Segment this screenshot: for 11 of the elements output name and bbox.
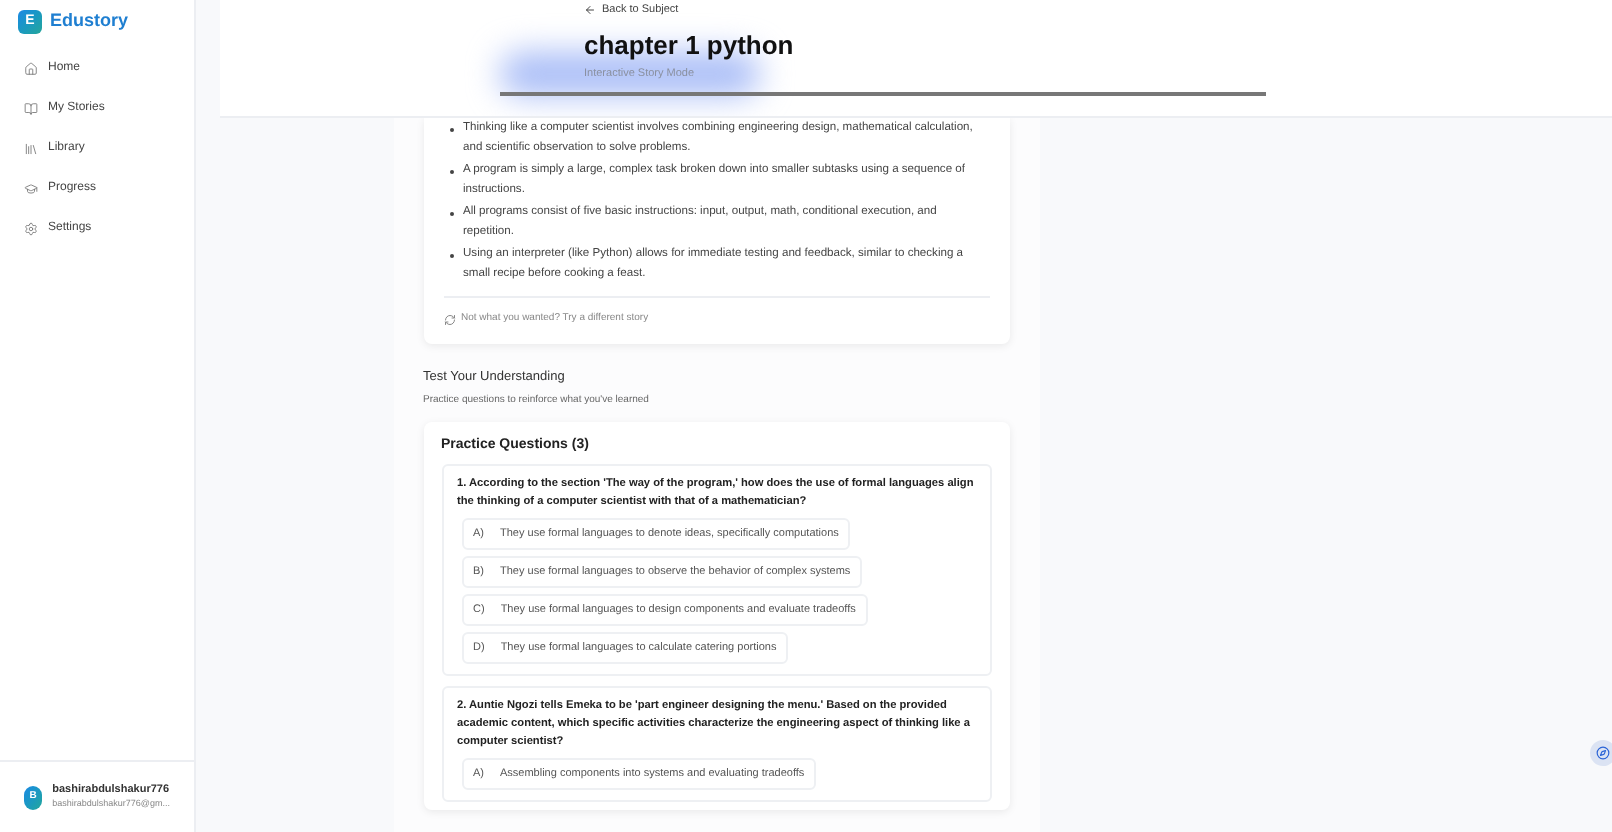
settings-icon [24,222,38,236]
page-title: chapter 1 python [584,30,796,60]
book-icon [24,102,38,116]
refresh-icon [443,313,455,326]
home-icon [24,62,38,76]
library-icon [24,142,38,156]
brand-name: Edustory [50,8,129,34]
graduation-cap-icon [24,182,38,196]
arrow-left-icon [584,4,596,16]
help-button[interactable] [1590,740,1612,766]
compass-icon [1596,746,1610,760]
